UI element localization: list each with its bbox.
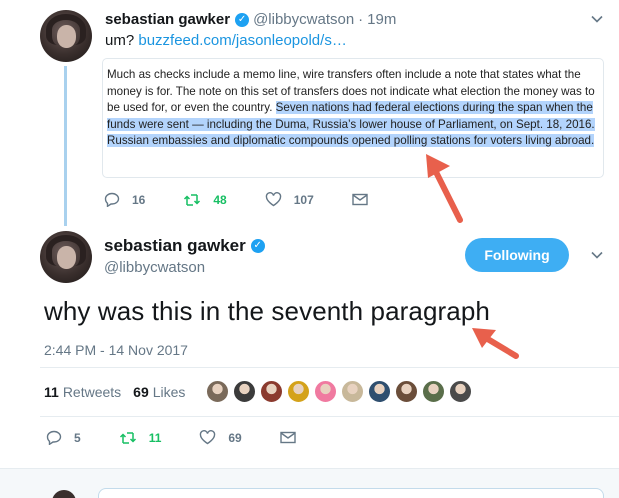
reply-button[interactable]: 16 — [104, 192, 145, 207]
author-handle[interactable]: @libbycwatson — [253, 11, 354, 28]
liker-avatar[interactable] — [314, 380, 337, 403]
liker-avatar[interactable] — [368, 380, 391, 403]
retweet-button[interactable]: 48 — [183, 192, 227, 207]
retweet-count: 11 — [148, 430, 162, 445]
like-count: 69 — [228, 430, 242, 445]
reply-button[interactable]: 5 — [46, 430, 81, 445]
engagement-stats: 11 Retweets 69 Likes — [44, 384, 185, 400]
divider — [40, 367, 619, 368]
dm-button[interactable] — [280, 431, 308, 444]
liker-avatar[interactable] — [206, 380, 229, 403]
retweet-total[interactable]: 11 — [44, 384, 59, 400]
liker-avatar[interactable] — [341, 380, 364, 403]
author-handle[interactable]: @libbycwatson — [104, 259, 205, 276]
retweet-button[interactable]: 11 — [119, 430, 162, 445]
author-name[interactable]: sebastian gawker — [104, 236, 246, 256]
tweet-time[interactable]: 19m — [367, 11, 396, 28]
avatar[interactable] — [40, 231, 92, 283]
retweet-icon — [119, 431, 136, 444]
retweet-icon — [184, 193, 201, 206]
separator-dot: · — [358, 11, 364, 28]
annotation-arrow-icon — [426, 154, 463, 223]
likes-label[interactable]: Likes — [153, 384, 186, 400]
liker-avatars — [206, 380, 476, 403]
heart-icon — [200, 430, 216, 445]
divider — [40, 416, 619, 417]
reply-count: 16 — [132, 192, 146, 207]
envelope-icon — [280, 431, 296, 444]
liker-avatar[interactable] — [422, 380, 445, 403]
reply-input[interactable] — [98, 488, 604, 498]
reply-icon — [46, 430, 62, 445]
thread-connector — [64, 66, 67, 226]
like-button[interactable]: 107 — [265, 192, 314, 207]
liker-avatar[interactable] — [260, 380, 283, 403]
verified-badge-icon: ✓ — [250, 239, 265, 253]
author-name-row: sebastian gawker ✓ — [104, 236, 269, 256]
following-button[interactable]: Following — [465, 238, 569, 272]
tweet-actions: 5 11 69 — [46, 430, 346, 445]
tweet-actions: 16 48 107 — [104, 192, 418, 207]
retweet-count: 48 — [213, 192, 227, 207]
like-count: 107 — [293, 192, 314, 207]
liker-avatar[interactable] — [233, 380, 256, 403]
author-name[interactable]: sebastian gawker — [105, 11, 230, 28]
envelope-icon — [352, 193, 368, 206]
reply-count: 5 — [74, 430, 81, 445]
chevron-down-icon[interactable] — [590, 12, 604, 26]
tweet-link[interactable]: buzzfeed.com/jasonleopold/s… — [138, 32, 346, 49]
annotation-arrow-icon — [472, 328, 519, 359]
chevron-down-icon[interactable] — [590, 248, 604, 262]
verified-badge-icon: ✓ — [235, 12, 250, 27]
link-preview-card[interactable]: Much as checks include a memo line, wire… — [102, 58, 604, 178]
like-total[interactable]: 69 — [133, 384, 149, 400]
liker-avatar[interactable] — [449, 380, 472, 403]
liker-avatar[interactable] — [287, 380, 310, 403]
avatar[interactable] — [40, 10, 92, 62]
tweet-timestamp[interactable]: 2:44 PM - 14 Nov 2017 — [44, 342, 188, 358]
tweet-text-prefix: um? — [105, 32, 139, 49]
tweet-text: why was this in the seventh paragraph — [44, 296, 490, 326]
heart-icon — [265, 192, 281, 207]
tweet-text: um? buzzfeed.com/jasonleopold/s… — [105, 32, 347, 49]
retweets-label[interactable]: Retweets — [63, 384, 121, 400]
article-excerpt: Much as checks include a memo line, wire… — [107, 67, 599, 150]
tweet-header: sebastian gawker ✓ @libbycwatson · 19m — [105, 11, 396, 28]
reply-icon — [104, 192, 120, 207]
dm-button[interactable] — [352, 193, 380, 206]
liker-avatar[interactable] — [395, 380, 418, 403]
like-button[interactable]: 69 — [199, 430, 242, 445]
